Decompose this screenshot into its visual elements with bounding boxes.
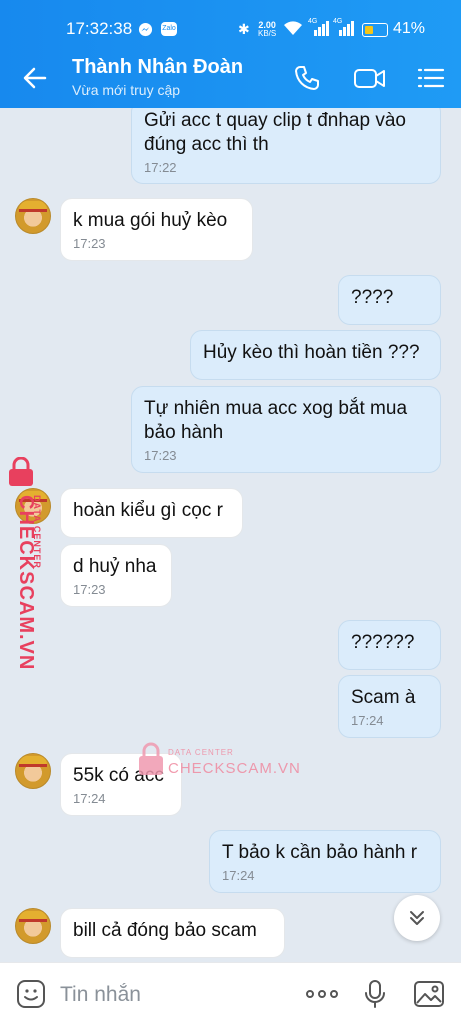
- zalo-icon: Zalo: [161, 22, 177, 36]
- message-text: Gửi acc t quay clip t đnhap vào đúng acc…: [144, 110, 406, 155]
- signal-icon-2: 4G: [333, 18, 355, 41]
- message-list[interactable]: Gửi acc t quay clip t đnhap vào đúng acc…: [0, 108, 461, 962]
- status-bar: 17:32:38 Zalo ✱ 2.00 KB/S 4G 4G 41%: [0, 0, 461, 47]
- message-text: hoàn kiểu gì cọc r: [73, 500, 223, 521]
- message-text: Scam à: [351, 687, 416, 708]
- message-text: k mua gói huỷ kèo: [73, 210, 228, 231]
- message-text: ????: [351, 287, 394, 308]
- sticker-icon[interactable]: [16, 979, 46, 1009]
- message-incoming[interactable]: d huỷ nha 17:23: [60, 544, 172, 607]
- signal-label-2: 4G: [333, 18, 343, 25]
- message-text: 55k có acc: [73, 765, 164, 786]
- avatar[interactable]: [15, 753, 51, 789]
- microphone-icon[interactable]: [363, 979, 387, 1009]
- message-text: ??????: [351, 632, 415, 653]
- wifi-icon: [283, 20, 303, 41]
- message-text: bill cả đóng bảo scam: [73, 920, 257, 941]
- message-outgoing[interactable]: Gửi acc t quay clip t đnhap vào đúng acc…: [131, 108, 441, 184]
- signal-label-1: 4G: [308, 18, 318, 25]
- phone-icon[interactable]: [292, 63, 322, 93]
- message-incoming[interactable]: bill cả đóng bảo scam: [60, 908, 285, 958]
- signal-icon-1: 4G: [308, 18, 330, 41]
- message-incoming[interactable]: k mua gói huỷ kèo 17:23: [60, 198, 253, 261]
- battery-percent: 41%: [393, 20, 426, 37]
- message-incoming[interactable]: hoàn kiểu gì cọc r: [60, 488, 243, 538]
- net-speed-unit: KB/S: [258, 29, 277, 38]
- message-time: 17:23: [73, 582, 106, 597]
- avatar[interactable]: [15, 198, 51, 234]
- status-time: 17:32:38: [66, 19, 133, 38]
- image-gallery-icon[interactable]: [413, 979, 445, 1009]
- message-time: 17:24: [73, 791, 106, 806]
- message-time: 17:22: [144, 160, 177, 175]
- message-outgoing[interactable]: Hủy kèo thì hoàn tiền ???: [190, 330, 441, 380]
- contact-name[interactable]: Thành Nhân Đoàn: [72, 56, 243, 79]
- video-call-icon[interactable]: [353, 63, 387, 93]
- menu-list-icon[interactable]: [416, 63, 446, 93]
- message-outgoing[interactable]: T bảo k cần bảo hành r 17:24: [209, 830, 441, 893]
- message-text: Hủy kèo thì hoàn tiền ???: [203, 342, 420, 363]
- message-time: 17:23: [73, 236, 106, 251]
- message-input-bar: [0, 962, 461, 1025]
- message-text: T bảo k cần bảo hành r: [222, 842, 418, 863]
- net-speed: 2.00 KB/S: [258, 21, 276, 38]
- message-input[interactable]: [58, 979, 292, 1011]
- message-outgoing[interactable]: Scam à 17:24: [338, 675, 441, 738]
- message-incoming[interactable]: 55k có acc 17:24: [60, 753, 182, 816]
- message-time: 17:24: [351, 713, 384, 728]
- messenger-icon: [138, 22, 153, 42]
- message-time: 17:23: [144, 448, 177, 463]
- avatar[interactable]: [15, 488, 51, 524]
- more-dots-icon[interactable]: [305, 979, 339, 1009]
- battery-icon: [362, 23, 388, 37]
- chat-header: Thành Nhân Đoàn Vừa mới truy cập: [0, 47, 461, 108]
- contact-status: Vừa mới truy cập: [72, 82, 181, 98]
- scroll-to-bottom-button[interactable]: [394, 895, 440, 941]
- message-outgoing[interactable]: ??????: [338, 620, 441, 670]
- message-outgoing[interactable]: Tự nhiên mua acc xog bắt mua bảo hành 17…: [131, 386, 441, 473]
- message-time: 17:24: [222, 868, 255, 883]
- avatar[interactable]: [15, 908, 51, 944]
- bluetooth-icon: ✱: [238, 21, 250, 37]
- back-arrow-icon[interactable]: [20, 63, 50, 93]
- message-outgoing[interactable]: ????: [338, 275, 441, 325]
- message-text: Tự nhiên mua acc xog bắt mua bảo hành: [144, 398, 408, 443]
- message-text: d huỷ nha: [73, 556, 157, 577]
- double-chevron-down-icon: [406, 907, 428, 934]
